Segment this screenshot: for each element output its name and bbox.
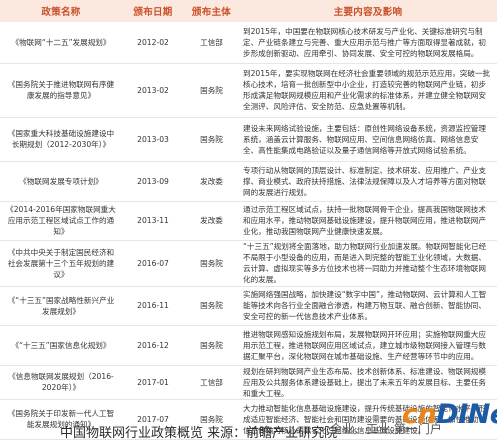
issuing-body-cell: 国务院 — [184, 63, 239, 118]
content-cell: 到2015年，中国要在物联网核心技术研发与产业化、关键标准研究与制定、产业链条建… — [239, 22, 497, 64]
content-cell: 通过示范工程区域试点，扶持一批物联网骨干企业，提高我国物联网技术和应用水平，推动… — [239, 201, 497, 241]
issue-date-cell: 2013-09 — [122, 161, 184, 202]
issuing-body-cell: 国务院 — [184, 117, 239, 162]
content-cell: 推进物联网感知设施规划布局，发展物联网开环应用；实施物联网重大应用示范工程，推进… — [239, 325, 497, 366]
policy-table-container: 政策名称 颁布日期 颁布主体 主要内容及影响 《物联网“十二五”发展规划》 20… — [0, 0, 497, 440]
issuing-body-cell: 国务院 — [184, 286, 239, 326]
issue-date-cell: 2013-03 — [122, 117, 184, 162]
issue-date-cell: 2012-02 — [122, 22, 184, 64]
policy-name-cell: 《“十三五”国家信息化规划》 — [0, 325, 122, 366]
issuing-body-cell: 发改委 — [184, 201, 239, 241]
issue-date-cell: 2017-01 — [122, 365, 184, 400]
issuing-body-cell: 工信部 — [184, 365, 239, 400]
table-row: 《“十三五”国家信息化规划》 2016-12 国务院 推进物联网感知设施规划布局… — [0, 325, 497, 366]
issue-date-cell: 2016-12 — [122, 325, 184, 366]
table-row: 《2014-2016年国家物联网重大应用示范工程区域试点工作的通知》 2013-… — [0, 201, 497, 241]
policy-name-cell: 《中共中央关于制定国民经济和社会发展第十三个五年规划的建议》 — [0, 240, 122, 287]
table-row: 《“十三五”国家战略性新兴产业发展规划》 2016-11 国务院 实施网络强国战… — [0, 286, 497, 326]
header-issue-date: 颁布日期 — [122, 0, 184, 22]
header-main-content: 主要内容及影响 — [239, 0, 497, 22]
policy-name-cell: 《“十三五”国家战略性新兴产业发展规划》 — [0, 286, 122, 326]
content-cell: 到2015年，要实现物联网在经济社会重要领域的规范示范应用，突破一批核心技术，培… — [239, 63, 497, 118]
content-cell: 实施网络强国战略，加快建设“数字中国”，推动物联网、云计算和人工智能等技术向各行… — [239, 286, 497, 326]
policy-name-cell: 《物联网“十二五”发展规划》 — [0, 22, 122, 64]
issue-date-cell: 2016-11 — [122, 286, 184, 326]
issuing-body-cell: 国务院 — [184, 325, 239, 366]
table-row: 《国务院关于推进物联网有序健康发展的指导意见》 2013-02 国务院 到201… — [0, 63, 497, 118]
header-issuing-body: 颁布主体 — [184, 0, 239, 22]
cnbeta-logo-watermark: cnDINet — [402, 392, 497, 438]
table-row: 《中共中央关于制定国民经济和社会发展第十三个五年规划的建议》 2016-07 国… — [0, 240, 497, 287]
issuing-body-cell: 国务院 — [184, 240, 239, 287]
issuing-body-cell: 发改委 — [184, 161, 239, 202]
policy-name-cell: 《国务院关于推进物联网有序健康发展的指导意见》 — [0, 63, 122, 118]
logo-part-blue: DINet — [436, 399, 497, 430]
issue-date-cell: 2013-02 — [122, 63, 184, 118]
table-caption: 中国物联网行业政策概览 来源：前瞻产业研究院 — [60, 426, 338, 441]
issue-date-cell: 2013-11 — [122, 201, 184, 241]
header-policy-name: 政策名称 — [0, 0, 122, 22]
policy-name-cell: 《2014-2016年国家物联网重大应用示范工程区域试点工作的通知》 — [0, 201, 122, 241]
content-cell: 建设未来网络试验设施，主要包括：原创性网络设备系统，资源监控管理系统，涵盖云计算… — [239, 117, 497, 162]
content-cell: 专项行动从物联网的顶层设计、标准制定、技术研发、应用推广、产业支撑、商业模式、政… — [239, 161, 497, 202]
policy-table: 政策名称 颁布日期 颁布主体 主要内容及影响 《物联网“十二五”发展规划》 20… — [0, 0, 497, 440]
logo-part-orange: cn — [402, 399, 437, 430]
issue-date-cell: 2016-07 — [122, 240, 184, 287]
table-row: 《国家重大科技基础设施建设中长期规划（2012-2030年）》 2013-03 … — [0, 117, 497, 162]
table-row: 《物联网发展专项计划》 2013-09 发改委 专项行动从物联网的顶层设计、标准… — [0, 161, 497, 202]
policy-name-cell: 《物联网发展专项计划》 — [0, 161, 122, 202]
policy-name-cell: 《国家重大科技基础设施建设中长期规划（2012-2030年）》 — [0, 117, 122, 162]
table-row: 《物联网“十二五”发展规划》 2012-02 工信部 到2015年，中国要在物联… — [0, 22, 497, 64]
policy-name-cell: 《信息物联网发展规划（2016-2020年）》 — [0, 365, 122, 400]
table-header-row: 政策名称 颁布日期 颁布主体 主要内容及影响 — [0, 0, 497, 22]
content-cell: “十三五”规划将全面落地，助力物联网行业加速发展。物联网智能化已经不局限于小型设… — [239, 240, 497, 287]
issuing-body-cell: 工信部 — [184, 22, 239, 64]
